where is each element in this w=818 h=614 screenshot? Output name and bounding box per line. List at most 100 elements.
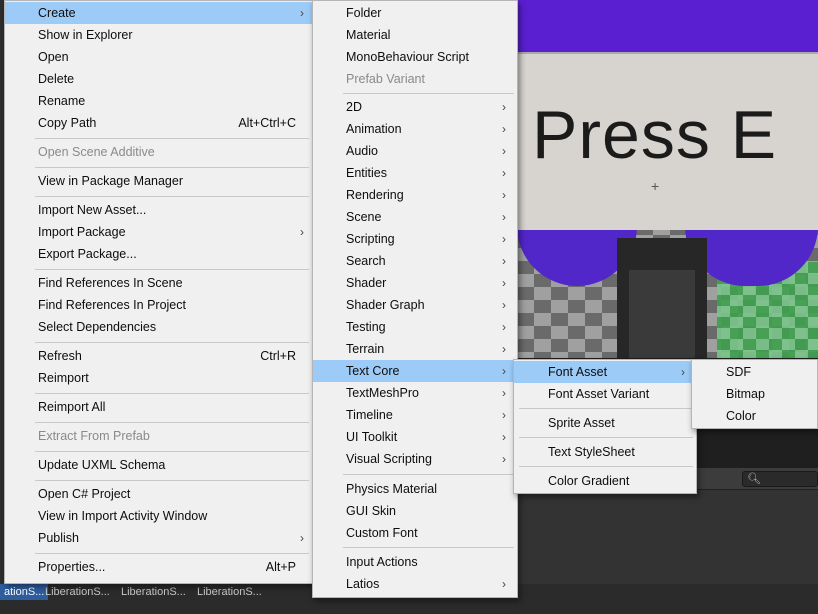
menu-item-copy-path[interactable]: Copy Path Alt+Ctrl+C	[5, 112, 312, 134]
menu-item-material[interactable]: Material	[313, 24, 517, 46]
menu-item-font-asset[interactable]: Font Asset ›	[514, 361, 696, 383]
scene-view[interactable]: Press E +	[517, 0, 818, 358]
menu-separator	[519, 408, 693, 409]
create-submenu: Folder Material MonoBehaviour Script Pre…	[312, 0, 518, 598]
menu-item-show-in-explorer[interactable]: Show in Explorer	[5, 24, 312, 46]
menu-item-physics-material[interactable]: Physics Material	[313, 478, 517, 500]
chevron-right-icon: ›	[502, 298, 506, 312]
menu-item-audio[interactable]: Audio ›	[313, 140, 517, 162]
menu-separator	[519, 466, 693, 467]
chevron-right-icon: ›	[502, 122, 506, 136]
menu-item-2d[interactable]: 2D ›	[313, 96, 517, 118]
menu-item-import-package[interactable]: Import Package ›	[5, 221, 312, 243]
chevron-right-icon: ›	[502, 452, 506, 466]
menu-item-open-scene-additive[interactable]: Open Scene Additive	[5, 141, 312, 163]
menu-item-sdf[interactable]: SDF	[692, 361, 817, 383]
menu-item-scripting[interactable]: Scripting ›	[313, 228, 517, 250]
search-icon: 🔍︎	[747, 473, 761, 485]
menu-item-terrain[interactable]: Terrain ›	[313, 338, 517, 360]
menu-item-rendering[interactable]: Rendering ›	[313, 184, 517, 206]
menu-separator	[35, 167, 309, 168]
menu-separator	[35, 138, 309, 139]
menu-item-import-new-asset[interactable]: Import New Asset...	[5, 199, 312, 221]
shortcut-label: Alt+P	[265, 560, 296, 574]
menu-item-open[interactable]: Open	[5, 46, 312, 68]
menu-item-folder[interactable]: Folder	[313, 2, 517, 24]
chevron-right-icon: ›	[502, 320, 506, 334]
menu-separator	[35, 196, 309, 197]
menu-item-view-in-import-activity-window[interactable]: View in Import Activity Window	[5, 505, 312, 527]
menu-item-sprite-asset[interactable]: Sprite Asset	[514, 412, 696, 434]
menu-item-properties[interactable]: Properties... Alt+P	[5, 556, 312, 578]
menu-item-text-core[interactable]: Text Core ›	[313, 360, 517, 382]
context-menu: Create › Show in Explorer Open Delete Ren…	[4, 0, 313, 584]
menu-item-find-references-in-project[interactable]: Find References In Project	[5, 294, 312, 316]
menu-item-bitmap[interactable]: Bitmap	[692, 383, 817, 405]
menu-item-color-gradient[interactable]: Color Gradient	[514, 470, 696, 492]
menu-separator	[35, 422, 309, 423]
menu-separator	[343, 547, 514, 548]
menu-separator	[343, 474, 514, 475]
chevron-right-icon: ›	[300, 6, 304, 20]
menu-item-input-actions[interactable]: Input Actions	[313, 551, 517, 573]
menu-item-visual-scripting[interactable]: Visual Scripting ›	[313, 448, 517, 470]
scene-purple-object	[517, 0, 818, 58]
menu-separator	[35, 480, 309, 481]
scene-sign-text: Press E	[532, 97, 778, 173]
menu-item-extract-from-prefab[interactable]: Extract From Prefab	[5, 425, 312, 447]
menu-item-scene[interactable]: Scene ›	[313, 206, 517, 228]
menu-item-font-asset-variant[interactable]: Font Asset Variant	[514, 383, 696, 405]
asset-item[interactable]: LiberationS...	[41, 584, 114, 600]
chevron-right-icon: ›	[502, 254, 506, 268]
shortcut-label: Ctrl+R	[260, 349, 296, 363]
chevron-right-icon: ›	[502, 364, 506, 378]
menu-item-animation[interactable]: Animation ›	[313, 118, 517, 140]
menu-item-latios[interactable]: Latios ›	[313, 573, 517, 595]
menu-item-search[interactable]: Search ›	[313, 250, 517, 272]
menu-item-reimport[interactable]: Reimport	[5, 367, 312, 389]
chevron-right-icon: ›	[502, 166, 506, 180]
menu-item-refresh[interactable]: Refresh Ctrl+R	[5, 345, 312, 367]
menu-item-ui-toolkit[interactable]: UI Toolkit ›	[313, 426, 517, 448]
menu-item-delete[interactable]: Delete	[5, 68, 312, 90]
menu-item-shader[interactable]: Shader ›	[313, 272, 517, 294]
menu-item-textmeshpro[interactable]: TextMeshPro ›	[313, 382, 517, 404]
asset-item[interactable]: LiberationS...	[193, 584, 266, 600]
menu-item-rename[interactable]: Rename	[5, 90, 312, 112]
menu-item-reimport-all[interactable]: Reimport All	[5, 396, 312, 418]
project-panel	[517, 490, 818, 584]
menu-item-gui-skin[interactable]: GUI Skin	[313, 500, 517, 522]
menu-separator	[519, 437, 693, 438]
menu-item-custom-font[interactable]: Custom Font	[313, 522, 517, 544]
menu-item-monobehaviour-script[interactable]: MonoBehaviour Script	[313, 46, 517, 68]
menu-item-timeline[interactable]: Timeline ›	[313, 404, 517, 426]
menu-item-export-package[interactable]: Export Package...	[5, 243, 312, 265]
crosshair-icon: +	[651, 178, 660, 194]
asset-item[interactable]: LiberationS...	[117, 584, 190, 600]
shortcut-label: Alt+Ctrl+C	[238, 116, 296, 130]
menu-separator	[35, 553, 309, 554]
text-core-submenu: Font Asset › Font Asset Variant Sprite As…	[513, 359, 697, 494]
menu-separator	[35, 451, 309, 452]
menu-item-find-references-in-scene[interactable]: Find References In Scene	[5, 272, 312, 294]
menu-item-shader-graph[interactable]: Shader Graph ›	[313, 294, 517, 316]
chevron-right-icon: ›	[300, 225, 304, 239]
chevron-right-icon: ›	[502, 342, 506, 356]
menu-item-prefab-variant[interactable]: Prefab Variant	[313, 68, 517, 90]
chevron-right-icon: ›	[502, 408, 506, 422]
menu-item-text-stylesheet[interactable]: Text StyleSheet	[514, 441, 696, 463]
chevron-right-icon: ›	[502, 276, 506, 290]
menu-separator	[343, 93, 514, 94]
menu-item-create[interactable]: Create ›	[5, 2, 312, 24]
menu-item-view-in-package-manager[interactable]: View in Package Manager	[5, 170, 312, 192]
menu-item-select-dependencies[interactable]: Select Dependencies	[5, 316, 312, 338]
menu-item-update-uxml-schema[interactable]: Update UXML Schema	[5, 454, 312, 476]
menu-item-color[interactable]: Color	[692, 405, 817, 427]
chevron-right-icon: ›	[502, 144, 506, 158]
project-search-input[interactable]: 🔍︎	[742, 471, 818, 487]
menu-item-open-csharp-project[interactable]: Open C# Project	[5, 483, 312, 505]
menu-item-publish[interactable]: Publish ›	[5, 527, 312, 549]
menu-item-testing[interactable]: Testing ›	[313, 316, 517, 338]
menu-item-entities[interactable]: Entities ›	[313, 162, 517, 184]
scene-post-front	[629, 270, 695, 358]
